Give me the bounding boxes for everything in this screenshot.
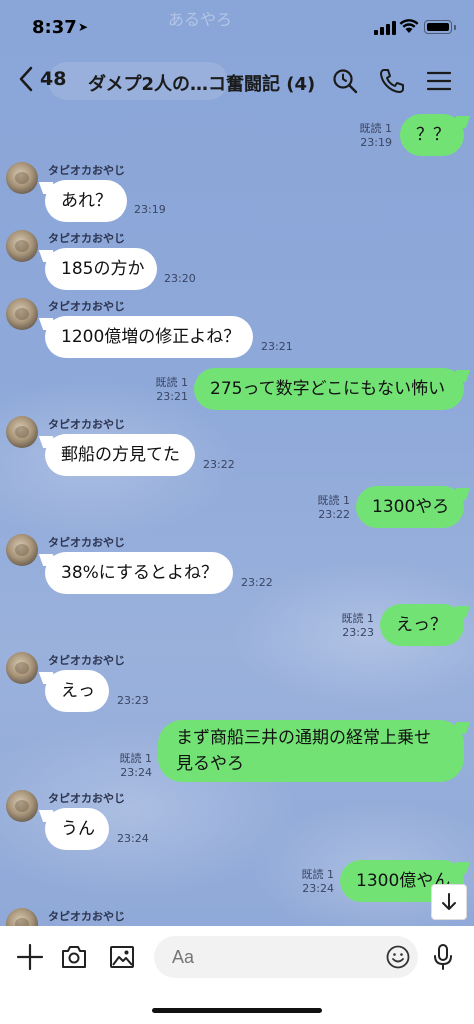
cellular-signal-icon	[374, 21, 396, 35]
read-receipt: 既読 1 23:22	[317, 494, 351, 521]
previous-message-ghost: あるやろ	[168, 10, 233, 29]
phone-icon[interactable]	[377, 66, 407, 96]
chat-background: 既読 1 23:19 ？？ タピオカおやじ あれ？ 23:19 タピオカおやじ 1…	[0, 0, 474, 926]
sender-name: タピオカおやじ	[48, 536, 125, 549]
sender-name: タピオカおやじ	[48, 910, 125, 923]
read-receipt: 既読 1 23:21	[155, 376, 189, 403]
message-bubble-incoming[interactable]: あれ？	[45, 180, 127, 222]
avatar[interactable]	[6, 534, 38, 566]
chevron-left-icon	[19, 66, 33, 92]
message-bubble-outgoing[interactable]: えっ？	[380, 604, 464, 646]
unread-count: 48	[40, 68, 67, 90]
message-bubble-incoming[interactable]: えっ	[45, 670, 109, 712]
message-input[interactable]	[154, 936, 418, 978]
message-bubble-outgoing[interactable]: 275って数字どこにもない怖い	[194, 368, 464, 410]
message-time: 23:19	[134, 203, 166, 216]
plus-icon[interactable]	[15, 942, 45, 972]
sender-name: タピオカおやじ	[48, 300, 125, 313]
back-button[interactable]: 48	[18, 66, 66, 92]
message-time: 23:20	[164, 272, 196, 285]
avatar[interactable]	[6, 790, 38, 822]
message-time: 23:21	[261, 340, 293, 353]
message-time: 23:22	[203, 458, 235, 471]
search-icon[interactable]	[330, 66, 360, 96]
emoji-icon[interactable]	[383, 942, 413, 972]
read-receipt: 既読 1 23:24	[119, 752, 153, 779]
message-bubble-outgoing[interactable]: 1300やろ	[356, 486, 464, 528]
message-time: 23:22	[241, 576, 273, 589]
avatar[interactable]	[6, 162, 38, 194]
avatar[interactable]	[6, 652, 38, 684]
sender-name: タピオカおやじ	[48, 792, 125, 805]
message-input-bar	[0, 926, 474, 1024]
read-receipt: 既読 1 23:19	[359, 122, 393, 149]
message-bubble-incoming[interactable]: 185の方か	[45, 248, 157, 290]
message-time: 23:24	[117, 832, 149, 845]
message-time: 23:23	[117, 694, 149, 707]
message-bubble-incoming[interactable]: 1200億増の修正よね？	[45, 316, 253, 358]
message-bubble-incoming[interactable]: 38%にするとよね？	[45, 552, 233, 594]
wifi-icon	[399, 19, 419, 33]
avatar[interactable]	[6, 230, 38, 262]
sender-name: タピオカおやじ	[48, 232, 125, 245]
clock: 8:37	[32, 17, 77, 38]
home-indicator	[152, 1008, 322, 1013]
camera-icon[interactable]	[59, 942, 89, 972]
mic-icon[interactable]	[428, 942, 458, 972]
sender-name: タピオカおやじ	[48, 654, 125, 667]
avatar[interactable]	[6, 908, 38, 926]
image-icon[interactable]	[107, 942, 137, 972]
avatar[interactable]	[6, 298, 38, 330]
message-bubble-outgoing[interactable]: ？？	[400, 114, 464, 156]
read-receipt: 既読 1 23:23	[341, 612, 375, 639]
chat-header: 48 ダメプ2人の…コ奮闘記 (4)	[0, 58, 474, 104]
message-bubble-outgoing[interactable]: まず商船三井の通期の経常上乗せ見るやろ	[158, 720, 464, 782]
location-arrow-icon: ➤	[78, 20, 89, 34]
battery-icon	[424, 20, 456, 34]
sender-name: タピオカおやじ	[48, 164, 125, 177]
message-bubble-incoming[interactable]: うん	[45, 808, 109, 850]
arrow-down-icon	[442, 893, 456, 910]
scroll-to-bottom-button[interactable]	[431, 884, 467, 920]
sender-name: タピオカおやじ	[48, 418, 125, 431]
message-bubble-incoming[interactable]: 郵船の方見てた	[45, 434, 195, 476]
status-bar: あるやろ 8:37 ➤	[0, 0, 474, 58]
menu-icon[interactable]	[424, 66, 454, 96]
avatar[interactable]	[6, 416, 38, 448]
chat-title[interactable]: ダメプ2人の…コ奮闘記 (4)	[88, 70, 315, 96]
read-receipt: 既読 1 23:24	[301, 868, 335, 895]
